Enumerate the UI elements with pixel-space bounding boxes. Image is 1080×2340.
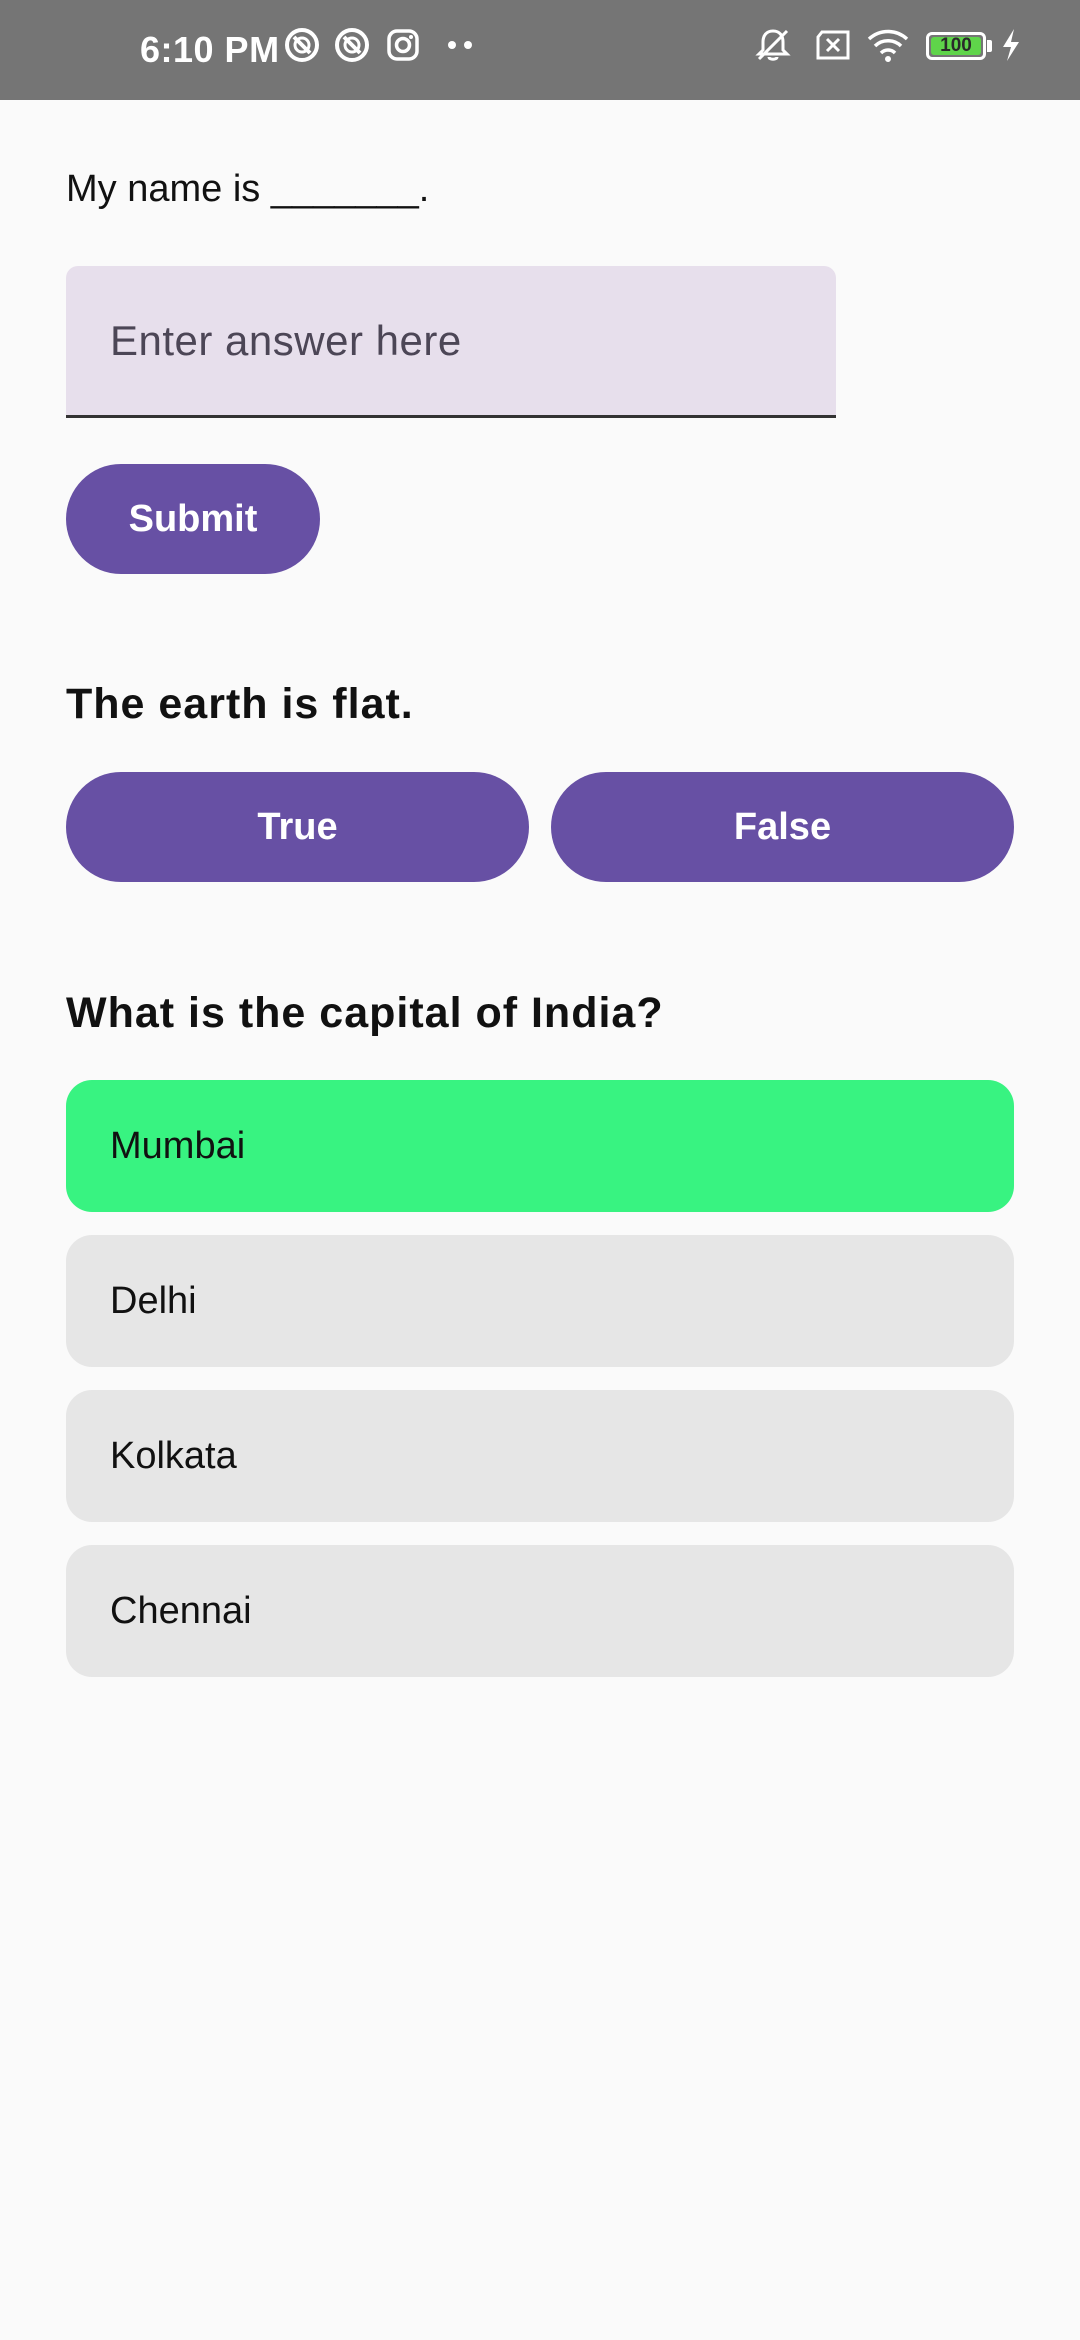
charging-icon	[1003, 29, 1019, 61]
true-button[interactable]: True	[66, 772, 529, 882]
false-button[interactable]: False	[551, 772, 1014, 882]
multiple-choice-question: What is the capital of India?	[66, 989, 664, 1037]
status-bar: 6:10 PM 100	[0, 0, 1080, 100]
answer-field[interactable]	[66, 266, 836, 418]
option-delhi[interactable]: Delhi	[66, 1235, 1014, 1367]
submit-button[interactable]: Submit	[66, 464, 320, 574]
battery-tip	[987, 40, 992, 52]
status-time: 6:10 PM	[140, 29, 280, 70]
silent-icon	[755, 29, 791, 61]
battery-icon: 100	[926, 32, 986, 60]
more-dots-icon	[448, 41, 472, 49]
answer-input[interactable]	[110, 266, 810, 416]
sync-icon	[335, 28, 369, 62]
battery-level: 100	[931, 36, 981, 55]
true-false-question: The earth is flat.	[66, 680, 414, 728]
wifi-icon	[867, 29, 909, 62]
option-mumbai[interactable]: Mumbai	[66, 1080, 1014, 1212]
no-sim-icon	[816, 30, 850, 60]
option-kolkata[interactable]: Kolkata	[66, 1390, 1014, 1522]
option-chennai[interactable]: Chennai	[66, 1545, 1014, 1677]
sync-icon	[285, 28, 319, 62]
fill-blank-question: My name is _______.	[66, 168, 430, 210]
instagram-icon	[387, 29, 419, 61]
